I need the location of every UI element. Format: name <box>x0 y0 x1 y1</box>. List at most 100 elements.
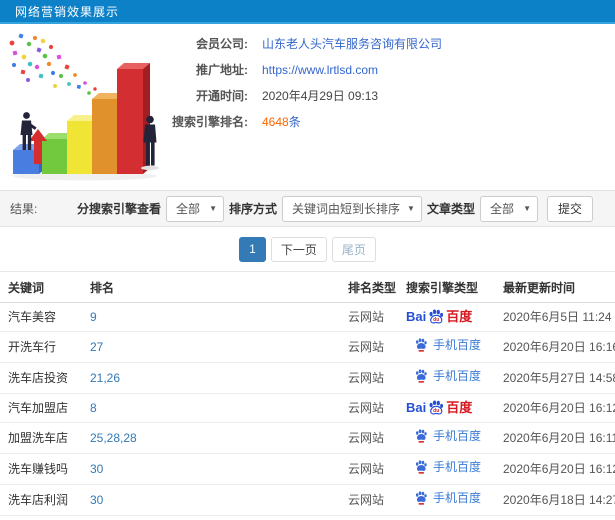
open-time-label: 开通时间: <box>196 89 248 103</box>
baidu-logo: Bai du 百度 <box>406 399 472 417</box>
svg-text:du: du <box>433 317 439 323</box>
mobile-baidu-paw-icon <box>415 369 427 383</box>
mobile-baidu-label: 手机百度 <box>433 429 482 443</box>
member-company-label: 会员公司: <box>196 37 248 51</box>
engine-cell: Baidu 百度 <box>398 302 495 332</box>
table-row: 汽车加盟店 8 云网站 Bai du 百度 2020年6月20日 16:12 <box>0 393 615 423</box>
updated-cell: 2020年6月18日 14:30 <box>495 515 615 520</box>
mobile-baidu-paw-icon <box>415 460 427 474</box>
pagination: 1 下一页 尾页 <box>0 227 615 271</box>
mobile-baidu-logo: 手机百度 <box>414 337 481 353</box>
table-row: 洗车赚钱吗 30 云网站 手机百度 2020年6月20日 16:12 <box>0 453 615 485</box>
rank-cell[interactable]: 25,28,28 <box>82 422 340 454</box>
promo-url-row: 推广地址: https://www.lrtlsd.com <box>160 62 615 78</box>
keyword-cell: 洗车赚钱吗 <box>0 453 82 485</box>
member-company-row: 会员公司: 山东老人头汽车服务咨询有限公司 <box>160 36 615 52</box>
engine-cell: 手机百度 <box>398 422 495 454</box>
mobile-baidu-label: 手机百度 <box>433 338 482 352</box>
baidu-logo-cn: 百度 <box>446 309 473 324</box>
table-row: 洗车店加盟 3 云网站 Baidu百度 2020年6月18日 14:30 <box>0 515 615 520</box>
baidu-logo-bai: Bai <box>406 400 427 415</box>
engine-rank-row: 搜索引擎排名: 4648条 <box>160 114 615 130</box>
engine-filter-select[interactable]: 全部 ▼ <box>166 195 225 222</box>
company-info-list: 会员公司: 山东老人头汽车服务咨询有限公司 推广地址: https://www.… <box>160 24 615 190</box>
table-row: 开洗车行 27 云网站 手机百度 2020年6月20日 16:16 <box>0 331 615 363</box>
updated-cell: 2020年6月18日 14:27 <box>495 484 615 516</box>
updated-cell: 2020年6月20日 16:12 <box>495 453 615 485</box>
engine-rank-unit: 条 <box>288 115 301 129</box>
baidu-logo-bai: Bai <box>406 309 427 324</box>
chevron-down-icon: ▼ <box>209 204 218 213</box>
engine-cell: 手机百度 <box>398 331 495 363</box>
chevron-down-icon: ▼ <box>407 204 415 213</box>
article-type-select[interactable]: 全部 ▼ <box>479 195 538 222</box>
keyword-cell: 汽车美容 <box>0 302 82 332</box>
table-header-row: 关键词 排名 排名类型 搜索引擎类型 最新更新时间 <box>0 271 615 303</box>
keyword-ranking-table: 关键词 排名 排名类型 搜索引擎类型 最新更新时间 汽车美容 9 云网站 Bai… <box>0 271 615 520</box>
mobile-baidu-paw-icon <box>415 429 427 443</box>
mobile-baidu-paw-icon <box>415 491 427 505</box>
baidu-logo: Bai du 百度 <box>406 308 472 326</box>
mobile-baidu-logo: 手机百度 <box>414 428 481 444</box>
svg-text:du: du <box>433 408 439 414</box>
article-type-label: 文章类型 <box>426 202 475 216</box>
baidu-logo-cn: 百度 <box>446 400 473 415</box>
rank-cell[interactable]: 8 <box>82 393 340 423</box>
open-time-value: 2020年4月29日 09:13 <box>262 89 379 103</box>
updated-cell: 2020年6月20日 16:11 <box>495 422 615 454</box>
engine-filter-label: 分搜索引擎查看 <box>77 202 162 216</box>
member-company-link[interactable]: 山东老人头汽车服务咨询有限公司 <box>262 37 442 51</box>
rank-cell[interactable]: 30 <box>82 453 340 485</box>
table-row: 洗车店投资 21,26 云网站 手机百度 2020年5月27日 14:58 <box>0 362 615 394</box>
submit-button[interactable]: 提交 <box>546 195 593 222</box>
updated-cell: 2020年6月20日 16:16 <box>495 331 615 363</box>
col-header-updated: 最新更新时间 <box>495 271 615 303</box>
promo-url-label: 推广地址: <box>196 63 248 77</box>
page-1-button[interactable]: 1 <box>239 236 266 262</box>
company-info-section: 会员公司: 山东老人头汽车服务咨询有限公司 推广地址: https://www.… <box>0 24 615 190</box>
col-header-rank-type: 排名类型 <box>340 271 398 303</box>
rank-type-cell: 云网站 <box>340 422 398 454</box>
table-row: 汽车美容 9 云网站 Bai du 百度 2020年6月5日 11:24 <box>0 302 615 332</box>
filter-controls: 分搜索引擎查看 全部 ▼ 排序方式 关键词由短到长排序 ▼ 文章类型 全部 ▼ … <box>77 195 593 222</box>
sort-filter-label: 排序方式 <box>229 202 278 216</box>
top-bar: 网络营销效果展示 <box>0 0 615 24</box>
engine-rank-label: 搜索引擎排名: <box>172 115 248 129</box>
confetti-dots <box>9 33 107 99</box>
engine-rank-count: 4648 <box>262 115 289 129</box>
sort-filter-select[interactable]: 关键词由短到长排序 ▼ <box>282 195 422 222</box>
keyword-cell: 加盟洗车店 <box>0 422 82 454</box>
rank-type-cell: 云网站 <box>340 393 398 423</box>
promo-url-link[interactable]: https://www.lrtlsd.com <box>262 63 378 77</box>
rank-type-cell: 云网站 <box>340 453 398 485</box>
updated-cell: 2020年6月20日 16:12 <box>495 393 615 423</box>
mobile-baidu-paw-icon <box>415 338 427 352</box>
rank-type-cell: 云网站 <box>340 331 398 363</box>
rank-cell[interactable]: 9 <box>82 302 340 332</box>
table-body: 汽车美容 9 云网站 Bai du 百度 2020年6月5日 11:24 开洗车行 … <box>0 302 615 520</box>
rank-type-cell: 云网站 <box>340 302 398 332</box>
col-header-rank: 排名 <box>82 271 340 303</box>
page: 网络营销效果展示 会员公司: 山东老人头汽车服务咨询有限公司 推广地址: htt… <box>0 0 615 520</box>
next-page-button[interactable]: 下一页 <box>270 236 327 262</box>
mobile-baidu-logo: 手机百度 <box>414 368 481 384</box>
updated-cell: 2020年6月5日 11:24 <box>495 302 615 332</box>
mobile-baidu-label: 手机百度 <box>433 491 482 505</box>
baidu-paw-icon: du <box>429 309 444 324</box>
baidu-paw-icon: du <box>429 400 444 415</box>
chevron-down-icon: ▼ <box>523 204 531 213</box>
mobile-baidu-logo: 手机百度 <box>414 459 481 475</box>
mobile-baidu-logo: 手机百度 <box>414 490 481 506</box>
rank-cell[interactable]: 30 <box>82 484 340 516</box>
result-label: 结果: <box>10 202 38 216</box>
rank-cell[interactable]: 27 <box>82 331 340 363</box>
engine-cell: 手机百度 <box>398 453 495 485</box>
mobile-baidu-label: 手机百度 <box>433 460 482 474</box>
rank-cell[interactable]: 21,26 <box>82 362 340 394</box>
filter-bar: 结果: 分搜索引擎查看 全部 ▼ 排序方式 关键词由短到长排序 ▼ 文章类型 全… <box>0 190 615 227</box>
rank-cell[interactable]: 3 <box>82 515 340 520</box>
last-page-button[interactable]: 尾页 <box>331 236 376 262</box>
page-title: 网络营销效果展示 <box>15 4 120 19</box>
keyword-cell: 洗车店投资 <box>0 362 82 394</box>
table-row: 加盟洗车店 25,28,28 云网站 手机百度 2020年6月20日 16:11 <box>0 422 615 454</box>
